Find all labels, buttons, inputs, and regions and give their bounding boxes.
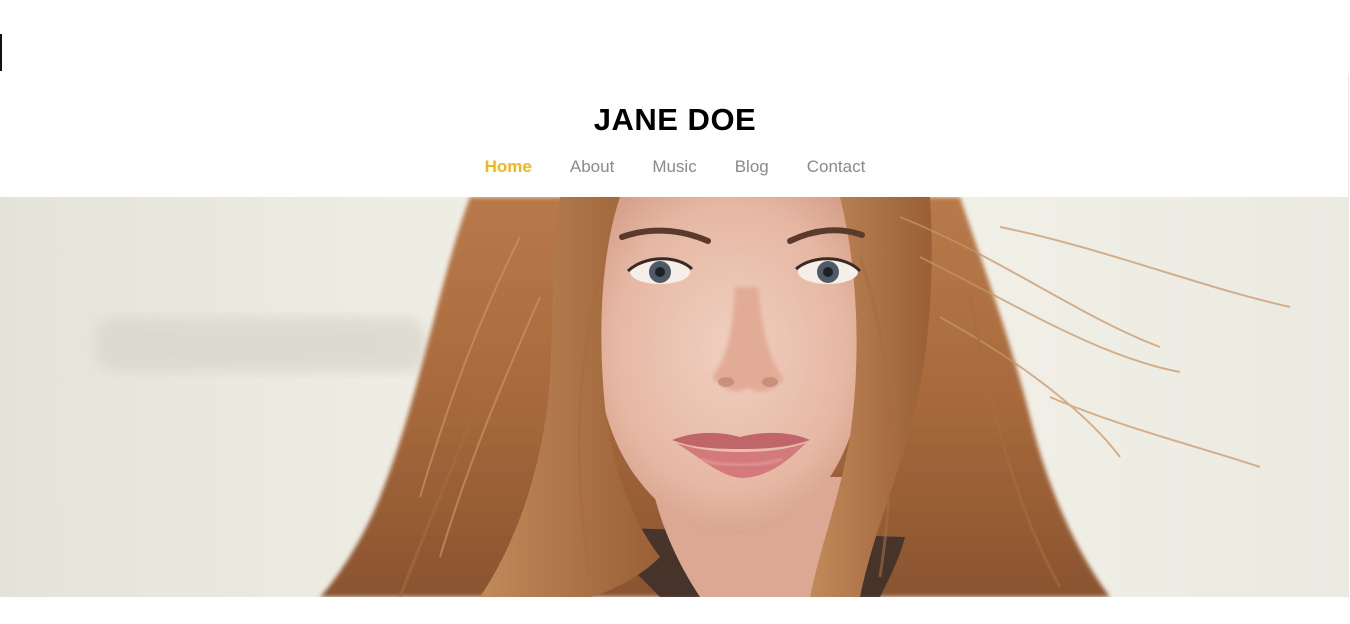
- nav-item-about[interactable]: About: [551, 155, 633, 179]
- main-nav: Home About Music Blog Contact: [0, 155, 1350, 179]
- site-title[interactable]: JANE DOE: [0, 100, 1350, 140]
- page: JANE DOE Home About Music Blog Contact: [0, 0, 1350, 624]
- nav-item-home[interactable]: Home: [466, 155, 551, 179]
- portrait-photo: [0, 197, 1349, 597]
- nav-item-blog[interactable]: Blog: [716, 155, 788, 179]
- text-cursor: [0, 34, 2, 71]
- hero-image: [0, 197, 1349, 597]
- nav-item-contact[interactable]: Contact: [788, 155, 885, 179]
- nav-item-music[interactable]: Music: [633, 155, 715, 179]
